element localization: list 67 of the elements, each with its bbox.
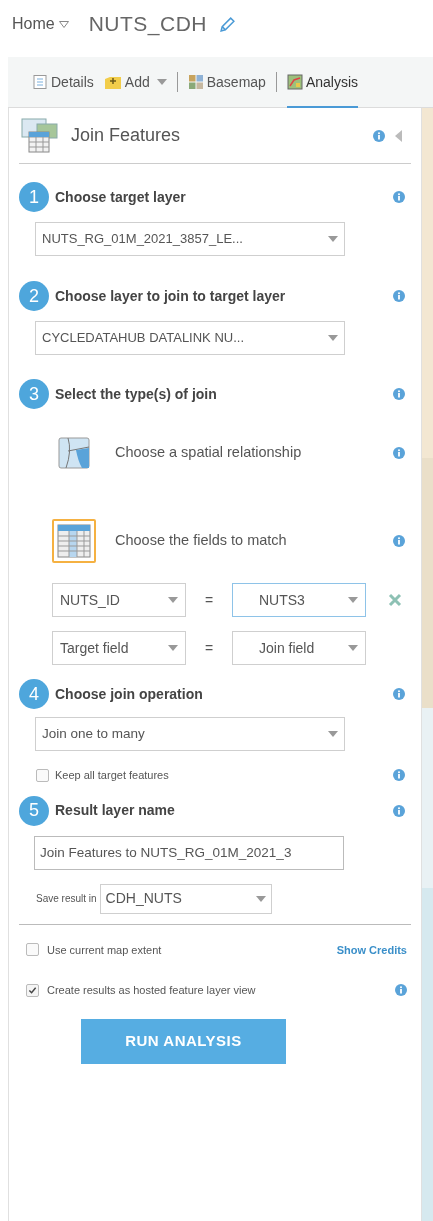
step-title: Choose layer to join to target layer (55, 286, 287, 306)
info-icon[interactable] (395, 984, 407, 997)
step-title: Select the type(s) of join (55, 384, 218, 404)
field-dropdown[interactable]: Join field (232, 631, 366, 665)
info-icon[interactable] (393, 191, 405, 203)
grid-icon (187, 74, 204, 90)
folder-dropdown[interactable]: CDH_NUTS (99, 883, 272, 914)
step-title: Choose target layer (55, 187, 187, 207)
caret-icon (168, 597, 178, 603)
map-title: NUTS_CDH (88, 11, 208, 38)
field-dropdown[interactable]: NUTS3 (232, 583, 366, 617)
credits-link[interactable]: Show Credits (336, 941, 407, 958)
toolbar-tab[interactable]: Details (32, 56, 94, 108)
info-icon[interactable] (393, 447, 405, 459)
join-type-label: Choose a spatial relationship (115, 443, 303, 463)
info-icon[interactable] (393, 388, 405, 400)
checkbox[interactable] (26, 943, 39, 957)
polygon-icon (58, 437, 90, 469)
layer-dropdown[interactable]: CYCLEDATAHUB DATALINK NU... (35, 321, 345, 355)
map-icon (286, 74, 303, 90)
pencil-icon[interactable] (219, 15, 237, 33)
folder-plus-icon (103, 74, 122, 90)
step-number: 5 (19, 795, 49, 826)
step-number: 1 (19, 182, 49, 212)
collapse-icon[interactable] (395, 129, 403, 142)
checkbox[interactable] (26, 983, 39, 997)
panel-title: Join Features (71, 124, 182, 147)
checkbox-label: Use current map extent (47, 942, 163, 958)
join-type-button[interactable] (52, 519, 96, 563)
details-icon (32, 74, 48, 90)
table-icon (57, 524, 91, 558)
info-icon[interactable] (393, 290, 405, 302)
caret-icon (328, 236, 338, 242)
info-icon[interactable] (393, 769, 405, 782)
equals-sign: = (203, 638, 215, 658)
info-icon[interactable] (373, 129, 385, 142)
home-link[interactable]: Home (12, 12, 55, 36)
join-table-icon (21, 117, 59, 154)
save-label: Save result in (36, 892, 97, 906)
toolbar-tab[interactable]: Add (103, 56, 167, 108)
caret-icon[interactable] (58, 20, 69, 28)
field-dropdown[interactable]: NUTS_ID (52, 583, 186, 617)
caret-icon (348, 645, 358, 651)
checkbox-label: Create results as hosted feature layer view (47, 983, 257, 998)
field-dropdown[interactable]: Target field (52, 631, 186, 665)
operation-dropdown[interactable]: Join one to many (35, 717, 345, 751)
caret-icon (255, 895, 266, 902)
step-number: 4 (19, 679, 49, 709)
step-number: 3 (19, 379, 49, 409)
step-title: Result layer name (55, 801, 176, 820)
info-icon[interactable] (393, 688, 405, 700)
info-icon[interactable] (393, 804, 405, 817)
step-number: 2 (19, 281, 49, 311)
layer-dropdown[interactable]: NUTS_RG_01M_2021_3857_LE... (35, 222, 345, 256)
toolbar-tab[interactable]: Basemap (187, 56, 266, 108)
layer-name-field[interactable]: Join Features to NUTS_RG_01M_2021_3 (34, 835, 344, 870)
caret-icon (328, 731, 338, 737)
equals-sign: = (203, 590, 215, 610)
remove-icon[interactable] (388, 593, 402, 607)
caret-icon (328, 335, 338, 341)
step-title: Choose join operation (55, 684, 204, 704)
checkbox-label: Keep all target features (55, 768, 170, 783)
checkbox[interactable] (36, 768, 49, 782)
caret-icon (168, 645, 178, 651)
info-icon[interactable] (393, 535, 405, 547)
caret-icon (348, 597, 358, 603)
join-type-label: Choose the fields to match (115, 531, 288, 551)
